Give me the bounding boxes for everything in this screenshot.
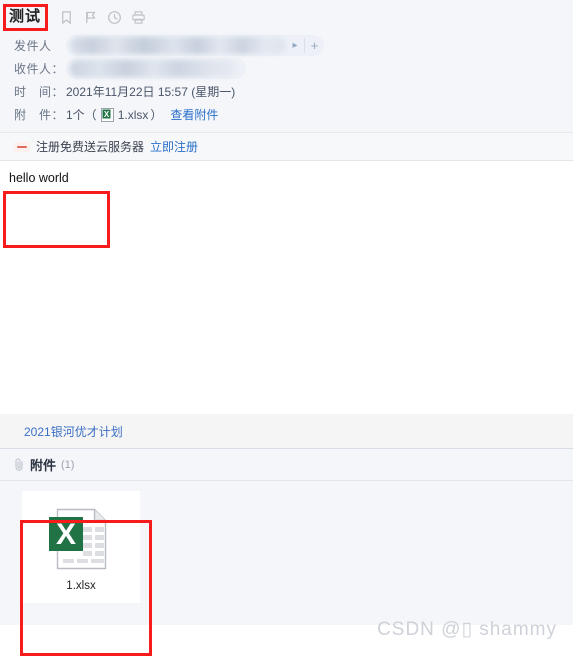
attachments-header: 附件 (1) — [0, 449, 573, 481]
svg-text:X: X — [104, 110, 110, 119]
attachments-section: 附件 (1) X 1.xlsx — [0, 448, 573, 625]
attachment-label: 附 件： — [14, 108, 65, 122]
receiver-row: 收件人： — [0, 57, 573, 80]
attachments-title: 附件 — [30, 458, 57, 473]
printer-icon[interactable] — [131, 10, 146, 25]
attachment-file-label: 1.xlsx — [66, 579, 96, 592]
chevron-right-icon[interactable]: ▸ — [288, 40, 302, 51]
ad-banner[interactable]: 注册免费送云服务器 立即注册 — [0, 132, 573, 161]
add-contact-button[interactable]: + — [305, 35, 324, 56]
header-action-icons — [59, 10, 146, 25]
brand-logo-icon — [14, 141, 30, 152]
mail-body: hello world — [0, 161, 573, 414]
page-title: 测试 — [9, 7, 42, 25]
watermark: CSDN @▯ shammy — [377, 619, 557, 640]
clock-icon[interactable] — [107, 10, 122, 25]
excel-file-icon-small: X — [100, 107, 114, 122]
attachments-count: (1) — [61, 458, 75, 471]
view-attachments-link[interactable]: 查看附件 — [170, 106, 218, 123]
sender-value-container[interactable]: ▸ + — [66, 35, 324, 56]
sender-redacted-value — [70, 37, 286, 54]
promo-link[interactable]: 2021银河优才计划 — [24, 423, 123, 440]
flag-icon[interactable] — [83, 10, 98, 25]
svg-text:X: X — [56, 518, 76, 551]
time-row: 时 间： 2021年11月22日 15:57 (星期一) — [0, 80, 573, 103]
sender-label: 发件人 — [14, 39, 52, 53]
attachment-count-text: 1个（ — [66, 108, 97, 122]
ad-register-link[interactable]: 立即注册 — [150, 138, 198, 155]
time-label: 时 间： — [14, 85, 65, 99]
body-text: hello world — [9, 171, 69, 185]
receiver-value-container[interactable] — [66, 58, 246, 79]
ad-banner-text: 注册免费送云服务器 — [36, 140, 145, 154]
receiver-redacted-value — [70, 60, 236, 77]
receiver-label: 收件人： — [14, 62, 65, 76]
attachment-summary-row: 附 件： 1个（ X 1.xlsx ） 查看附件 — [0, 103, 573, 126]
mail-header: 测试 发件人 ▸ + 收件人： 时 间： 2021年11月22日 15:57 (… — [0, 0, 573, 132]
promo-band: 2021银河优才计划 — [0, 414, 573, 448]
attachment-file-name: 1.xlsx — [117, 107, 149, 122]
sender-row: 发件人 ▸ + — [0, 34, 573, 57]
time-value: 2021年11月22日 15:57 (星期一) — [66, 85, 236, 99]
attachment-close-paren: ） — [150, 108, 163, 122]
paperclip-icon — [14, 458, 25, 471]
bookmark-icon[interactable] — [59, 10, 74, 25]
excel-file-icon: X — [45, 503, 117, 575]
attachment-card[interactable]: X 1.xlsx — [22, 491, 140, 603]
subject-row: 测试 — [0, 0, 573, 34]
